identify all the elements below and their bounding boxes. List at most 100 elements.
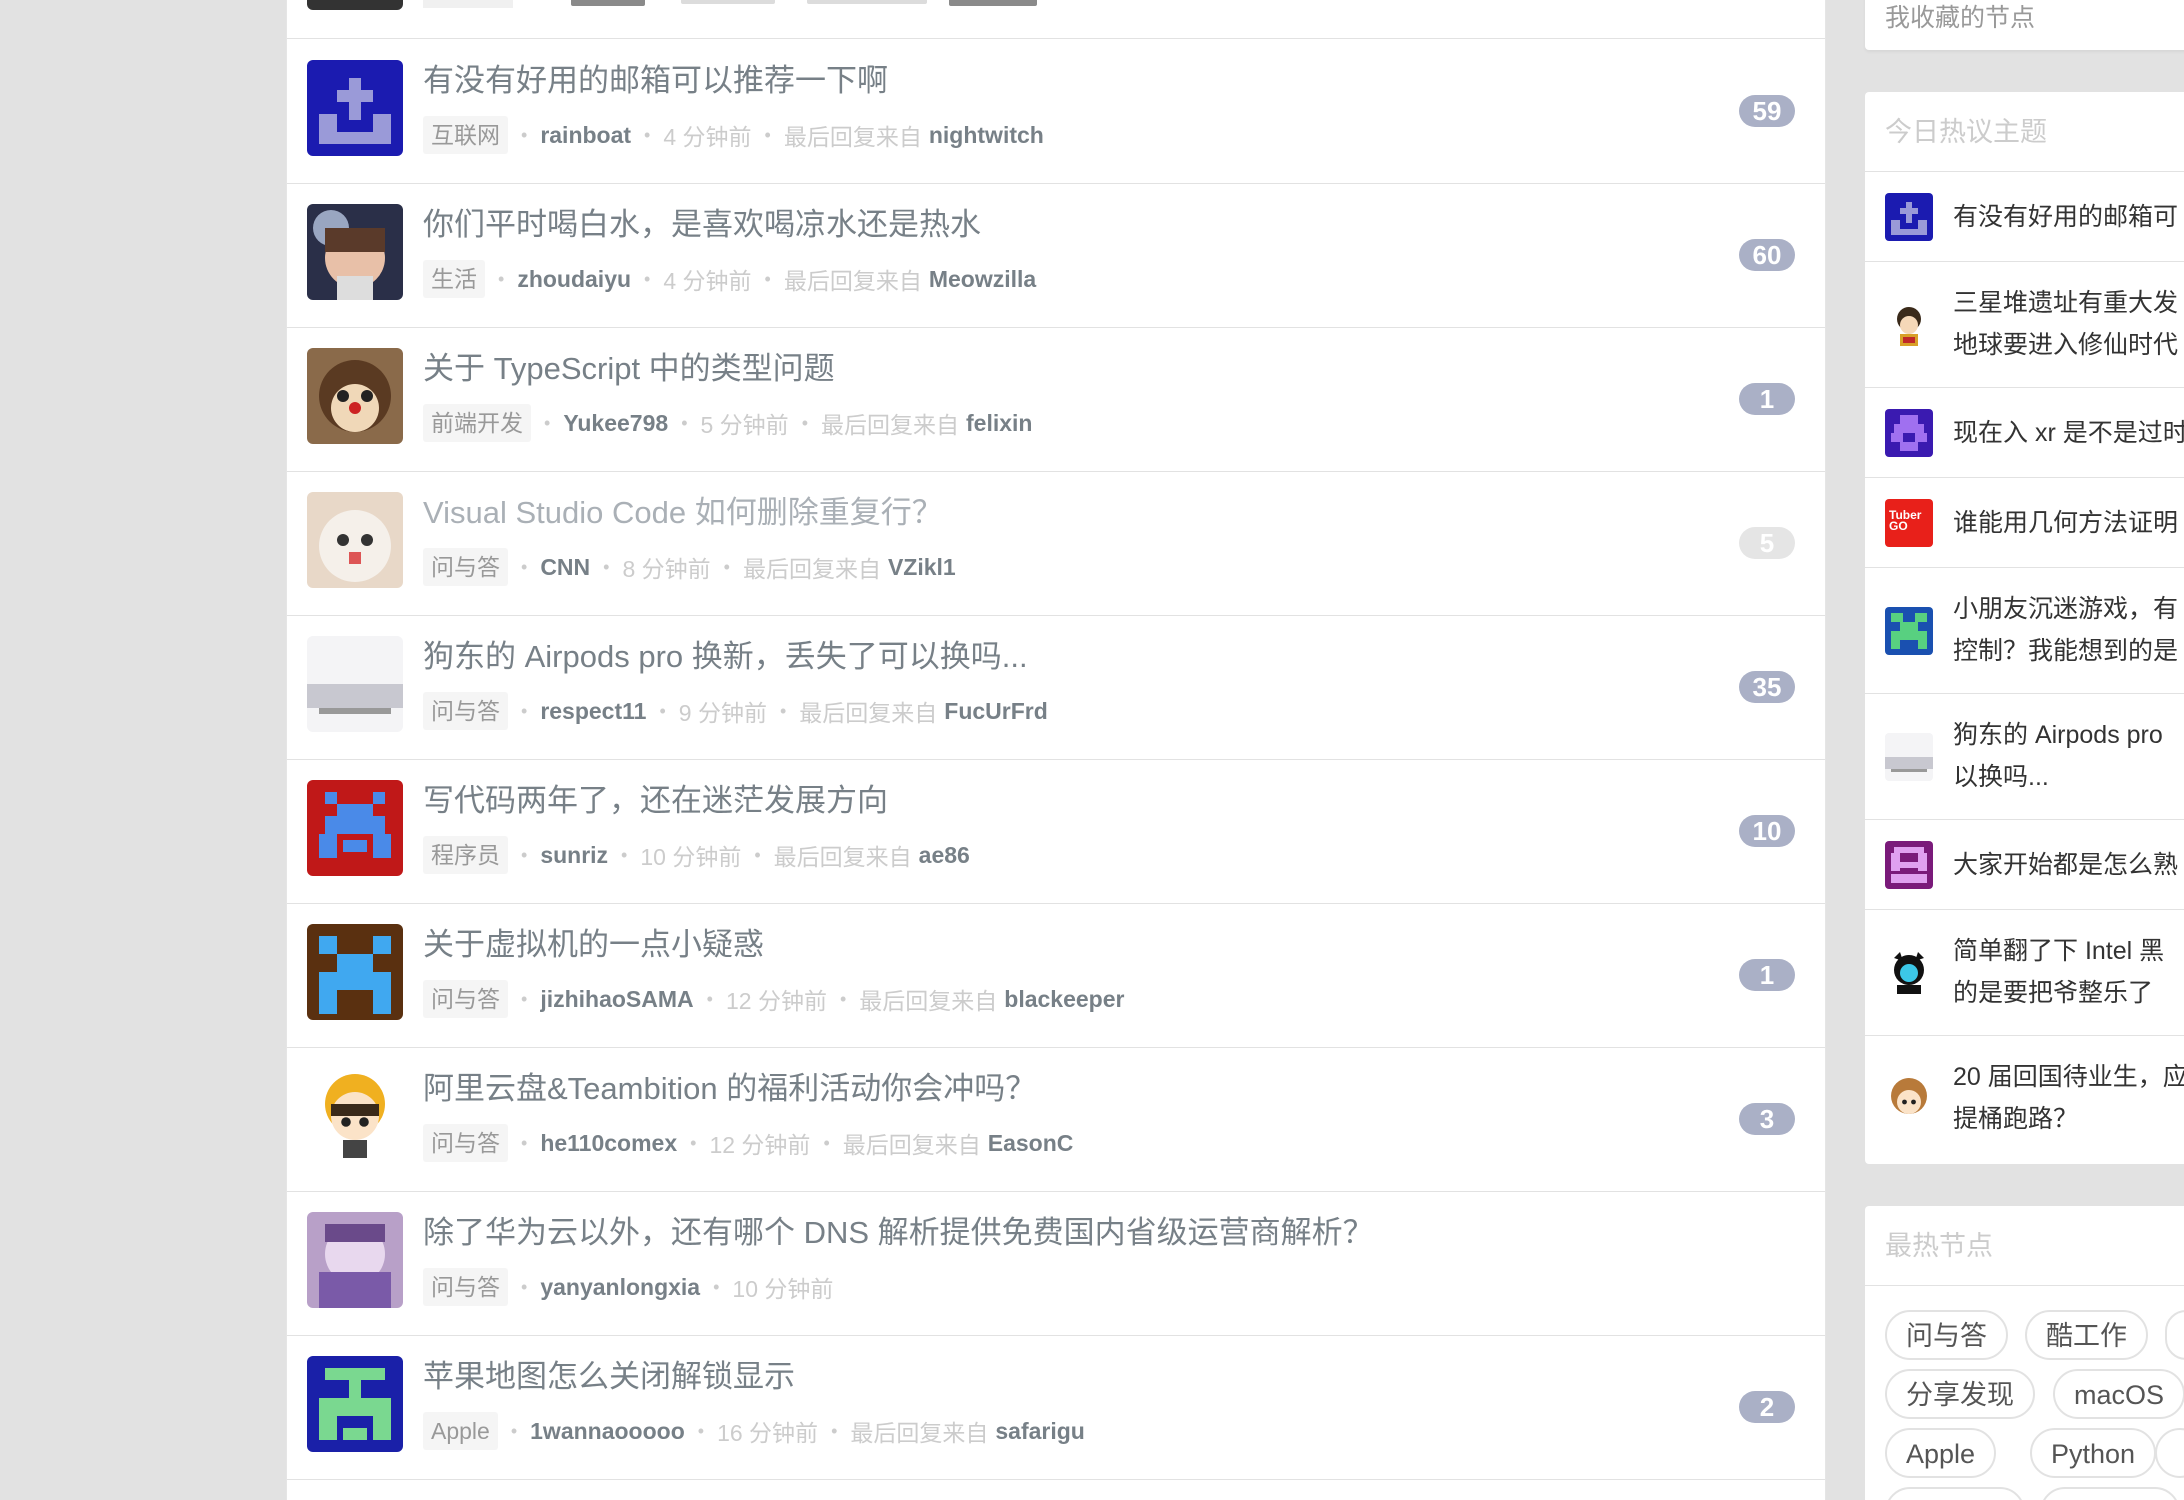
hot-topic-link[interactable]: 现在入 xr 是不是过时 (1953, 412, 2184, 454)
avatar[interactable] (307, 492, 403, 588)
author-link[interactable]: CNN (540, 554, 590, 581)
hot-topic-line[interactable]: 简单翻了下 Intel 黑 (1953, 930, 2164, 972)
node-tag-cut[interactable] (2165, 1310, 2184, 1360)
node-tag[interactable]: macOS (2053, 1369, 2184, 1419)
hot-topic-link[interactable]: 大家开始都是怎么熟 (1953, 844, 2178, 886)
hot-topic-item[interactable]: 小朋友沉迷游戏，有 控制？我能想到的是 (1865, 568, 2184, 694)
reply-count-badge[interactable]: 2 (1739, 1391, 1795, 1423)
hot-topic-link[interactable]: 简单翻了下 Intel 黑 的是要把爷整乐了 (1953, 930, 2164, 1014)
topic-title-link[interactable]: 关于 TypeScript 中的类型问题 (423, 348, 835, 390)
author-link[interactable]: jizhihaoSAMA (540, 986, 693, 1013)
avatar[interactable] (307, 348, 403, 444)
author-link[interactable]: rainboat (540, 122, 631, 149)
avatar[interactable] (1885, 193, 1933, 241)
node-tag-cut[interactable] (1885, 1487, 2025, 1500)
last-reply-user-link[interactable] (949, 0, 1037, 6)
hot-topic-item[interactable]: 三星堆遗址有重大发 地球要进入修仙时代 (1865, 262, 2184, 388)
avatar[interactable] (307, 1068, 403, 1164)
last-reply-user-link[interactable]: ae86 (919, 842, 970, 869)
reply-count-badge[interactable]: 3 (1739, 1103, 1795, 1135)
avatar[interactable] (307, 1212, 403, 1308)
node-tag[interactable]: 互联网 (423, 116, 508, 154)
github-octocat-avatar[interactable] (1885, 949, 1933, 997)
node-tag[interactable]: Python (2030, 1428, 2157, 1478)
last-reply-user-link[interactable]: blackeeper (1004, 986, 1124, 1013)
topic-title-link[interactable]: 阿里云盘&Teambition 的福利活动你会冲吗？ (423, 1068, 1036, 1110)
hot-topic-item[interactable]: 狗东的 Airpods pro 以换吗... (1865, 694, 2184, 820)
topic-title-link[interactable]: Visual Studio Code 如何删除重复行？ (423, 492, 943, 534)
avatar[interactable] (307, 204, 403, 300)
hot-topic-link[interactable]: 小朋友沉迷游戏，有 控制？我能想到的是 (1953, 588, 2178, 672)
last-reply-user-link[interactable]: FucUrFrd (944, 698, 1048, 725)
topic-title-link[interactable]: 有没有好用的邮箱可以推荐一下啊 (423, 60, 888, 102)
node-tag[interactable]: Apple (423, 1412, 498, 1450)
node-tag[interactable]: 前端开发 (423, 404, 531, 442)
hot-topic-item[interactable]: 大家开始都是怎么熟 (1865, 820, 2184, 910)
topic-title-link[interactable]: 写代码两年了，还在迷茫发展方向 (423, 780, 888, 822)
last-reply-user-link[interactable]: nightwitch (929, 122, 1044, 149)
topic-title-link[interactable]: 除了华为云以外，还有哪个 DNS 解析提供免费国内省级运营商解析？ (423, 1212, 1374, 1254)
hot-topic-line[interactable]: 小朋友沉迷游戏，有 (1953, 588, 2178, 630)
last-reply-user-link[interactable]: felixin (966, 410, 1032, 437)
hot-topic-link[interactable]: 狗东的 Airpods pro 以换吗... (1953, 714, 2163, 798)
reply-count-badge[interactable]: 5 (1739, 527, 1795, 559)
hot-topic-item[interactable]: 有没有好用的邮箱可 (1865, 172, 2184, 262)
topic-title-link[interactable]: 关于虚拟机的一点小疑惑 (423, 924, 764, 966)
hot-topic-item[interactable]: 现在入 xr 是不是过时 (1865, 388, 2184, 478)
author-link[interactable] (571, 0, 645, 6)
hot-topic-line[interactable]: 20 届回国待业生，应 (1953, 1056, 2184, 1098)
reply-count-badge[interactable]: 10 (1739, 815, 1795, 847)
hot-topic-link[interactable]: 有没有好用的邮箱可 (1953, 196, 2178, 238)
last-reply-user-link[interactable]: VZikl1 (888, 554, 956, 581)
hot-topic-item[interactable]: 20 届回国待业生，应 提桶跑路？ (1865, 1036, 2184, 1164)
author-link[interactable]: he110comex (540, 1130, 677, 1157)
reply-count-badge[interactable]: 59 (1739, 95, 1795, 127)
fav-nodes-link[interactable]: 我收藏的节点 (1885, 0, 2035, 34)
last-reply-user-link[interactable]: EasonC (988, 1130, 1074, 1157)
avatar[interactable] (1885, 607, 1933, 655)
avatar[interactable] (1885, 841, 1933, 889)
node-tag[interactable] (423, 0, 513, 8)
node-tag[interactable]: 程序员 (423, 836, 508, 874)
hot-topic-link[interactable]: 谁能用几何方法证明 (1953, 502, 2178, 544)
author-link[interactable]: yanyanlongxia (540, 1274, 700, 1301)
hot-topic-item[interactable]: Tuber GO 谁能用几何方法证明 (1865, 478, 2184, 568)
hot-topic-link[interactable]: 三星堆遗址有重大发 地球要进入修仙时代 (1953, 282, 2178, 366)
node-tag-cut[interactable] (2040, 1487, 2180, 1500)
hot-topic-line[interactable]: 控制？我能想到的是 (1953, 630, 2178, 672)
avatar[interactable] (307, 0, 403, 10)
author-link[interactable]: respect11 (540, 698, 646, 725)
node-tag[interactable]: 问与答 (423, 548, 508, 586)
hot-topic-line[interactable]: 以换吗... (1953, 756, 2163, 798)
last-reply-user-link[interactable]: Meowzilla (929, 266, 1036, 293)
hot-topic-line[interactable]: 狗东的 Airpods pro (1953, 714, 2163, 756)
reply-count-badge[interactable]: 60 (1739, 239, 1795, 271)
hot-topic-line[interactable]: 提桶跑路？ (1953, 1098, 2184, 1140)
avatar[interactable] (307, 636, 403, 732)
author-link[interactable]: 1wannaooooo (530, 1418, 685, 1445)
hot-topic-line[interactable]: 地球要进入修仙时代 (1953, 324, 2178, 366)
node-tag[interactable]: 问与答 (423, 692, 508, 730)
avatar[interactable] (307, 1356, 403, 1452)
reply-count-badge[interactable]: 35 (1739, 671, 1795, 703)
node-tag[interactable]: 酷工作 (2025, 1310, 2148, 1360)
reply-count-badge[interactable]: 1 (1739, 959, 1795, 991)
hot-topic-line[interactable]: 三星堆遗址有重大发 (1953, 282, 2178, 324)
hot-topic-link[interactable]: 20 届回国待业生，应 提桶跑路？ (1953, 1056, 2184, 1140)
hot-topic-item[interactable]: 简单翻了下 Intel 黑 的是要把爷整乐了 (1865, 910, 2184, 1036)
node-tag-cut[interactable] (2155, 1428, 2184, 1478)
avatar[interactable] (1885, 301, 1933, 349)
node-tag[interactable]: 问与答 (423, 1268, 508, 1306)
avatar[interactable] (1885, 733, 1933, 781)
author-link[interactable]: sunriz (540, 842, 608, 869)
topic-title-link[interactable]: 你们平时喝白水，是喜欢喝凉水还是热水 (423, 204, 981, 246)
avatar[interactable] (1885, 1075, 1933, 1123)
author-link[interactable]: Yukee798 (563, 410, 668, 437)
topic-title-link[interactable]: 狗东的 Airpods pro 换新，丢失了可以换吗... (423, 636, 1028, 678)
node-tag[interactable]: 问与答 (1885, 1310, 2008, 1360)
tuber-logo[interactable]: Tuber GO (1885, 499, 1933, 547)
node-tag[interactable]: 分享发现 (1885, 1369, 2035, 1419)
node-tag[interactable]: Apple (1885, 1428, 1997, 1478)
avatar[interactable] (1885, 409, 1933, 457)
node-tag[interactable]: 问与答 (423, 980, 508, 1018)
